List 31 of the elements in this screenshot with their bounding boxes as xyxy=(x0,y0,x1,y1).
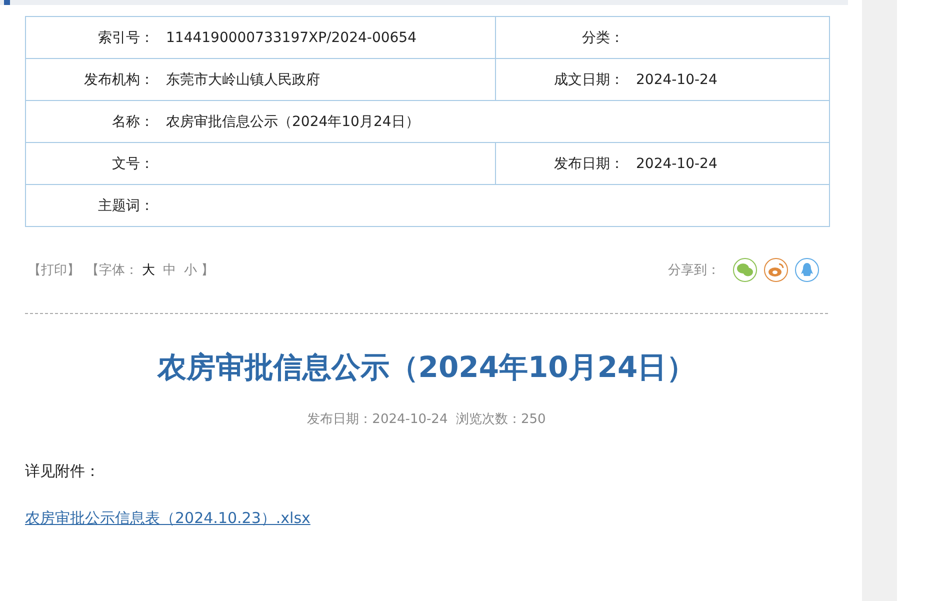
field-label: 发布机构： xyxy=(83,70,154,88)
penguin-icon xyxy=(801,262,813,278)
share-label: 分享到： xyxy=(668,262,720,279)
field-label: 文号： xyxy=(111,154,154,172)
article-title: 农房审批信息公示（2024年10月24日） xyxy=(156,349,697,386)
field-value: 农房审批信息公示（2024年10月24日） xyxy=(166,112,420,130)
accent-mark xyxy=(4,0,10,5)
bracket-text: 】 xyxy=(201,262,214,279)
field-label: 发布日期： xyxy=(553,154,624,172)
share-button[interactable] xyxy=(733,258,757,282)
field-label: 索引号： xyxy=(97,28,154,46)
field-label: 名称： xyxy=(111,112,154,130)
field-label: 分类： xyxy=(581,28,624,46)
font-size-option[interactable]: 大 xyxy=(142,261,155,279)
font-size-label: 【字体： xyxy=(86,262,138,279)
share-button[interactable] xyxy=(764,258,788,282)
field-value: 东莞市大岭山镇人民政府 xyxy=(166,70,320,88)
share-button[interactable] xyxy=(795,258,819,282)
publish-info: 发布日期：2024-10-24 浏览次数：250 xyxy=(306,411,547,428)
body-text: 详见附件： xyxy=(25,462,101,481)
font-size-option[interactable]: 中 xyxy=(163,261,176,279)
field-label: 主题词： xyxy=(97,196,154,214)
attachment-link[interactable]: 农房审批公示信息表（2024.10.23）.xlsx xyxy=(25,509,310,528)
field-value: 1144190000733197XP/2024-00654 xyxy=(166,30,416,46)
chat-bubbles-icon xyxy=(737,263,753,277)
field-value: 2024-10-24 xyxy=(636,156,718,172)
field-value: 2024-10-24 xyxy=(636,72,718,88)
swirl-icon xyxy=(768,263,784,277)
print-link[interactable]: 【打印】 xyxy=(28,261,80,279)
font-size-option[interactable]: 小 xyxy=(184,261,197,279)
field-label: 成文日期： xyxy=(553,70,624,88)
